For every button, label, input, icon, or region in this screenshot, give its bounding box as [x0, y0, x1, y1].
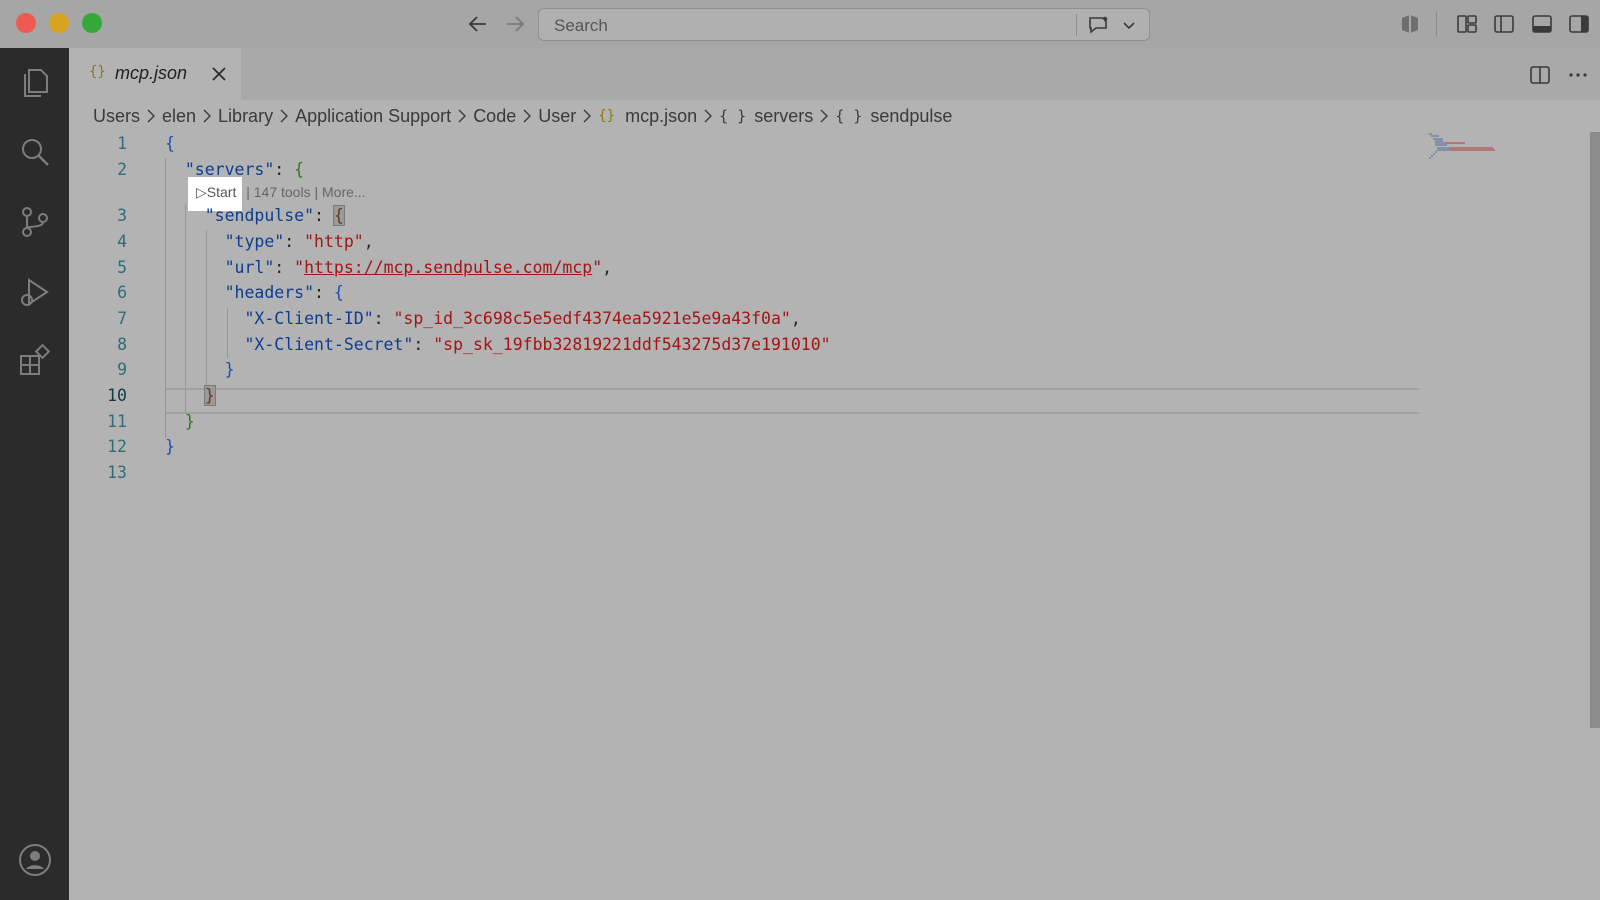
code-line-11: }	[184, 412, 195, 431]
breadcrumb: Users elen Library Application Support C…	[69, 100, 1600, 132]
chevron-right-icon	[704, 109, 713, 123]
maximize-window-button[interactable]	[82, 13, 102, 33]
account-icon[interactable]	[17, 842, 53, 878]
line-number: 4	[117, 232, 127, 251]
code-line-10: }	[203, 385, 216, 406]
line-number: 1	[117, 134, 127, 153]
line-number: 6	[117, 283, 127, 302]
code-line-4: "type": "http",	[224, 232, 374, 251]
forward-arrow-icon[interactable]	[503, 12, 527, 36]
tab-label: mcp.json	[115, 63, 188, 83]
chevron-right-icon	[147, 109, 156, 123]
more-actions-icon[interactable]	[1566, 63, 1590, 87]
current-line-highlight	[165, 388, 1419, 414]
codelens-info[interactable]: | 147 tools | More...	[242, 184, 365, 200]
search-divider	[1076, 14, 1077, 36]
minimap[interactable]	[1425, 132, 1525, 172]
line-number: 12	[107, 437, 127, 456]
chevron-right-icon	[280, 109, 289, 123]
chevron-right-icon	[583, 109, 592, 123]
toggle-primary-sidebar-icon[interactable]	[1492, 12, 1516, 36]
json-file-icon: {}	[89, 64, 106, 80]
url-link[interactable]: https://mcp.sendpulse.com/mcp	[304, 258, 592, 277]
copilot-icon[interactable]	[1398, 12, 1422, 36]
breadcrumb-item-users[interactable]: Users	[93, 106, 140, 127]
code-line-12: }	[165, 437, 175, 456]
toggle-secondary-sidebar-icon[interactable]	[1567, 12, 1591, 36]
line-number: 2	[117, 160, 127, 179]
titlebar-divider	[1436, 12, 1437, 36]
code-line-1: {	[165, 134, 175, 153]
code-line-5: "url": "https://mcp.sendpulse.com/mcp",	[224, 258, 613, 277]
split-editor-icon[interactable]	[1528, 63, 1552, 87]
close-icon[interactable]	[209, 64, 229, 84]
breadcrumb-item-sendpulse[interactable]: sendpulse	[870, 106, 952, 127]
breadcrumb-item-code[interactable]: Code	[473, 106, 516, 127]
mcp-codelens: ▷Start | 147 tools | More...	[188, 177, 366, 211]
editor-tab-strip: {} mcp.json	[69, 48, 1600, 100]
object-icon: { }	[719, 107, 747, 125]
search-icon[interactable]	[17, 134, 53, 170]
code-line-7: "X-Client-ID": "sp_id_3c698c5e5edf4374ea…	[244, 309, 801, 328]
run-debug-icon[interactable]	[17, 274, 53, 310]
code-line-6: "headers": {	[224, 283, 344, 302]
extensions-icon[interactable]	[17, 342, 53, 378]
chevron-right-icon	[820, 109, 829, 123]
search-placeholder: Search	[554, 16, 608, 35]
code-line-3: "sendpulse": {	[204, 205, 345, 226]
back-arrow-icon[interactable]	[466, 12, 490, 36]
line-number: 5	[117, 258, 127, 277]
code-editor[interactable]: 1 2 3 4 5 6 7 8 9 10 11 12 13 { "servers…	[69, 132, 1600, 900]
line-number: 11	[107, 412, 127, 431]
breadcrumb-item-user[interactable]: User	[538, 106, 576, 127]
line-number: 8	[117, 335, 127, 354]
breadcrumb-item-library[interactable]: Library	[218, 106, 273, 127]
toggle-panel-icon[interactable]	[1530, 12, 1554, 36]
chat-icon[interactable]	[1086, 14, 1112, 36]
chevron-down-icon[interactable]	[1121, 17, 1137, 33]
code-line-8: "X-Client-Secret": "sp_sk_19fbb32819221d…	[244, 335, 831, 354]
explorer-icon[interactable]	[17, 64, 53, 100]
customize-layout-icon[interactable]	[1455, 12, 1479, 36]
chevron-right-icon	[203, 109, 212, 123]
activity-bar	[0, 48, 69, 900]
line-number-current: 10	[107, 386, 127, 405]
title-bar: Search	[0, 0, 1600, 48]
object-icon: { }	[835, 107, 863, 125]
breadcrumb-item-elen[interactable]: elen	[162, 106, 196, 127]
line-number: 7	[117, 309, 127, 328]
chevron-right-icon	[523, 109, 532, 123]
json-file-icon: {}	[598, 108, 616, 124]
close-window-button[interactable]	[16, 13, 36, 33]
code-line-9: }	[224, 360, 235, 379]
breadcrumb-item-mcp-json[interactable]: mcp.json	[625, 106, 697, 127]
line-number: 3	[117, 206, 127, 225]
breadcrumb-item-servers[interactable]: servers	[754, 106, 813, 127]
breadcrumb-item-application-support[interactable]: Application Support	[295, 106, 451, 127]
line-number: 13	[107, 463, 127, 482]
tab-mcp-json[interactable]: {} mcp.json	[69, 48, 241, 100]
command-center-search[interactable]: Search	[538, 8, 1150, 41]
chevron-right-icon	[458, 109, 467, 123]
line-number: 9	[117, 360, 127, 379]
vertical-scrollbar[interactable]	[1590, 132, 1600, 728]
minimize-window-button[interactable]	[49, 13, 69, 33]
source-control-icon[interactable]	[17, 204, 53, 240]
